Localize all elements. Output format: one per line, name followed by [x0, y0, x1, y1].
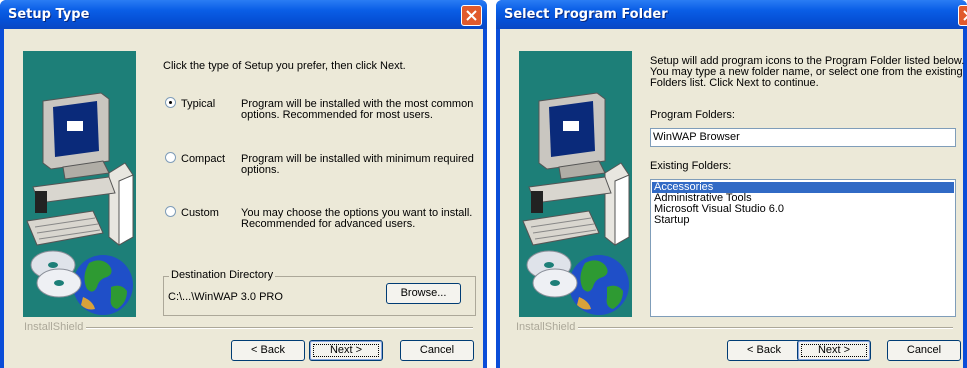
installshield-label: InstallShield	[516, 321, 579, 333]
close-button[interactable]	[461, 5, 482, 26]
destination-path: C:\...\WinWAP 3.0 PRO	[168, 291, 283, 303]
instruction-text: Click the type of Setup you prefer, then…	[163, 60, 406, 72]
setup-illustration	[23, 51, 136, 317]
select-program-folder-window: Select Program Folder Setup will add pro…	[496, 0, 967, 368]
title-bar[interactable]: Select Program Folder	[496, 0, 967, 29]
option-compact-label[interactable]: Compact	[181, 154, 225, 165]
destination-label: Destination Directory	[169, 269, 276, 281]
program-folder-input[interactable]: WinWAP Browser	[650, 128, 956, 147]
globe-illustration	[73, 255, 133, 315]
option-typical-desc: options. Recommended for most users.	[241, 109, 433, 121]
existing-folders-list[interactable]: Accessories Administrative Tools Microso…	[650, 179, 956, 317]
option-compact-desc: options.	[241, 164, 280, 176]
cancel-button[interactable]: Cancel	[400, 340, 474, 361]
globe-illustration	[569, 255, 629, 315]
dialog-body: Click the type of Setup you prefer, then…	[4, 29, 483, 368]
dialog-body: Setup will add program icons to the Prog…	[500, 29, 964, 368]
option-custom-desc: Recommended for advanced users.	[241, 218, 416, 230]
list-item[interactable]: Microsoft Visual Studio 6.0	[652, 204, 954, 215]
cd-illustration	[526, 250, 578, 298]
close-button[interactable]	[958, 5, 967, 26]
cancel-button[interactable]: Cancel	[887, 340, 961, 361]
back-button[interactable]: < Back	[231, 340, 305, 361]
info-text-line: Folders list. Click Next to continue.	[650, 77, 819, 89]
browse-button[interactable]: Browse...	[386, 283, 461, 304]
option-typical-label[interactable]: Typical	[181, 99, 215, 110]
radio-custom[interactable]	[165, 206, 176, 217]
program-folders-label: Program Folders:	[650, 109, 735, 121]
window-title: Select Program Folder	[504, 7, 668, 22]
radio-typical[interactable]	[165, 97, 176, 108]
radio-compact[interactable]	[165, 152, 176, 163]
option-custom-label[interactable]: Custom	[181, 208, 219, 219]
divider	[26, 327, 473, 329]
installshield-label: InstallShield	[24, 321, 87, 333]
cd-illustration	[30, 250, 82, 298]
divider	[522, 327, 953, 329]
setup-illustration	[519, 51, 632, 317]
existing-folders-label: Existing Folders:	[650, 160, 732, 172]
computer-illustration	[522, 92, 630, 246]
computer-illustration	[26, 92, 134, 246]
back-button[interactable]: < Back	[727, 340, 801, 361]
title-bar[interactable]: Setup Type	[0, 0, 487, 29]
window-title: Setup Type	[8, 7, 90, 22]
close-icon	[466, 10, 477, 21]
close-icon	[963, 10, 967, 21]
setup-type-window: Setup Type Click the type of Setup you p…	[0, 0, 487, 368]
list-item[interactable]: Startup	[652, 215, 954, 226]
next-button[interactable]: Next >	[309, 340, 383, 361]
next-button[interactable]: Next >	[797, 340, 871, 361]
